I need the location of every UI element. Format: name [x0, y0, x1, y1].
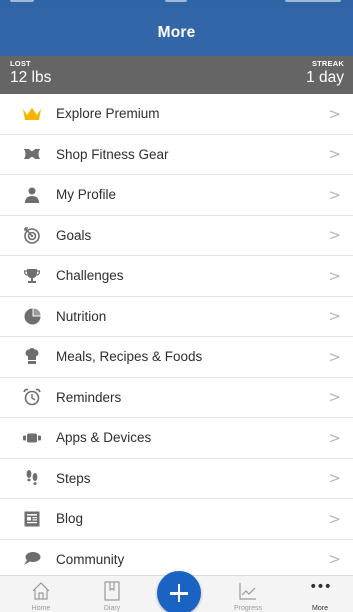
menu-item-goals[interactable]: Goals > — [0, 216, 353, 256]
menu-item-label: Reminders — [56, 389, 122, 405]
menu-item-label: Shop Fitness Gear — [56, 146, 169, 162]
menu-item-meals-recipes-foods[interactable]: Meals, Recipes & Foods > — [0, 337, 353, 378]
menu-item-label: Challenges — [56, 268, 124, 284]
menu-item-explore-premium[interactable]: Explore Premium > — [0, 94, 353, 135]
menu-item-shop-fitness-gear[interactable]: Shop Fitness Gear > — [0, 135, 353, 175]
page-title: More — [157, 23, 196, 41]
tab-label: Progress — [233, 605, 262, 612]
newspaper-icon — [21, 508, 43, 530]
lost-caption: LOST — [10, 59, 31, 68]
diary-book-icon — [104, 581, 120, 606]
tab-progress[interactable]: Progress — [218, 576, 278, 612]
menu-item-reminders[interactable]: Reminders > — [0, 378, 353, 418]
menu-item-label: Explore Premium — [56, 106, 160, 122]
add-entry-button[interactable] — [157, 571, 201, 612]
chevron-right-icon: > — [328, 388, 341, 407]
tab-label: Home — [31, 605, 51, 612]
menu-item-label: Nutrition — [56, 308, 107, 324]
tab-label: Diary — [103, 605, 121, 612]
alarm-clock-icon — [21, 386, 43, 408]
chat-bubbles-icon — [21, 548, 43, 570]
menu-item-label: Steps — [56, 470, 91, 486]
chevron-right-icon: > — [328, 509, 341, 528]
tab-home[interactable]: Home — [11, 576, 71, 612]
chevron-right-icon: > — [328, 469, 341, 488]
chevron-right-icon: > — [328, 347, 341, 366]
under-armour-logo-icon — [21, 143, 43, 165]
chevron-right-icon: > — [328, 226, 341, 245]
chevron-right-icon: > — [328, 307, 341, 326]
more-menu: Explore Premium > Shop Fitness Gear > My… — [0, 94, 353, 580]
progress-summary: LOST 12 lbs STREAK 1 day — [0, 56, 353, 94]
person-icon — [21, 184, 43, 206]
menu-item-steps[interactable]: Steps > — [0, 459, 353, 499]
navigation-bar: More — [0, 9, 353, 56]
tab-more[interactable]: ••• More — [290, 576, 350, 612]
streak-caption: STREAK — [311, 59, 344, 68]
chef-hat-icon — [21, 346, 43, 368]
menu-item-blog[interactable]: Blog > — [0, 499, 353, 540]
menu-item-label: Community — [56, 551, 125, 567]
fitness-band-icon — [21, 427, 43, 449]
home-icon — [31, 581, 51, 606]
chevron-right-icon: > — [328, 266, 341, 285]
menu-item-label: Blog — [56, 511, 84, 527]
chevron-right-icon: > — [328, 104, 341, 123]
status-bar — [0, 0, 353, 9]
crown-icon — [21, 103, 43, 125]
tab-diary[interactable]: Diary — [82, 576, 142, 612]
menu-item-label: Apps & Devices — [56, 430, 152, 446]
more-dots-icon: ••• — [309, 579, 332, 595]
menu-item-challenges[interactable]: Challenges > — [0, 256, 353, 297]
streak-value: 1 day — [306, 69, 344, 86]
chevron-right-icon: > — [328, 550, 341, 569]
pie-chart-icon — [21, 305, 43, 327]
tab-label: More — [312, 605, 328, 612]
lost-value: 12 lbs — [10, 69, 52, 86]
target-icon — [21, 224, 43, 246]
chevron-right-icon: > — [328, 145, 341, 164]
trophy-icon — [21, 265, 43, 287]
menu-item-my-profile[interactable]: My Profile > — [0, 175, 353, 216]
menu-item-label: Meals, Recipes & Foods — [56, 349, 203, 365]
menu-item-nutrition[interactable]: Nutrition > — [0, 297, 353, 337]
chevron-right-icon: > — [328, 185, 341, 204]
chevron-right-icon: > — [328, 428, 341, 447]
menu-item-label: Goals — [56, 227, 92, 243]
line-graph-icon — [238, 581, 258, 606]
menu-item-label: My Profile — [56, 187, 117, 203]
footprints-icon — [21, 467, 43, 489]
menu-item-apps-devices[interactable]: Apps & Devices > — [0, 418, 353, 459]
